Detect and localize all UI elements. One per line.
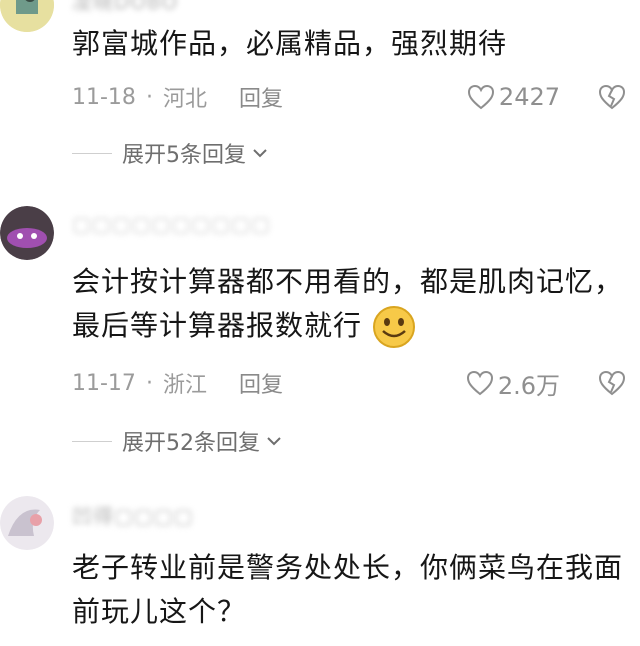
comment-location: 浙江	[162, 373, 207, 398]
username[interactable]: 凌晓DOBO	[72, 0, 178, 14]
expand-replies-label: 展开52条回复	[122, 431, 260, 456]
comment-text-content: 会计按计算器都不用看的，都是肌肉记忆，最后等计算器报数就行	[72, 265, 624, 342]
avatar[interactable]	[0, 0, 54, 32]
comment-date: 11-18	[72, 84, 136, 110]
heart-outline-icon	[467, 84, 494, 110]
broken-heart-icon	[598, 370, 626, 396]
reply-button[interactable]: 回复	[239, 81, 283, 113]
expand-replies-label: 展开5条回复	[122, 143, 246, 168]
comment-location: 河北	[162, 87, 207, 112]
chevron-down-icon	[267, 437, 281, 446]
like-button[interactable]: 2427	[467, 82, 560, 112]
like-count: 2427	[498, 83, 560, 111]
avatar-icon	[0, 0, 54, 32]
heart-outline-icon	[466, 370, 493, 396]
comment-text: 老子转业前是警务处处长，你俩菜鸟在我面前玩儿这个？	[72, 551, 624, 628]
comment-date: 11-17	[72, 370, 136, 396]
avatar[interactable]	[0, 206, 54, 260]
like-button[interactable]: 2.6万	[466, 368, 560, 400]
separator-dot: ·	[145, 84, 153, 110]
username[interactable]: 凹得▢▢▢▢	[72, 500, 194, 528]
expand-replies-button[interactable]: 展开52条回复	[72, 426, 282, 456]
separator-dot: ·	[145, 370, 153, 396]
smiley-emoji-icon	[372, 306, 415, 348]
divider-line	[72, 152, 112, 154]
reply-button[interactable]: 回复	[239, 367, 283, 399]
comment-meta: 11-18 · 河北 回复	[72, 81, 283, 113]
comment-text: 郭富城作品，必属精品，强烈期待	[72, 27, 508, 60]
divider-line	[72, 440, 112, 442]
like-count: 2.6万	[497, 371, 560, 400]
avatar-icon	[0, 496, 54, 550]
chevron-down-icon	[253, 149, 267, 158]
username[interactable]: ▢▢▢▢▢▢▢▢▢▢	[72, 212, 271, 238]
dislike-button[interactable]	[598, 82, 626, 112]
comment-meta: 11-17 · 浙江 回复	[72, 367, 283, 399]
avatar-icon	[0, 206, 54, 260]
expand-replies-button[interactable]: 展开5条回复	[72, 138, 268, 168]
broken-heart-icon	[598, 84, 626, 110]
comment-text: 会计按计算器都不用看的，都是肌肉记忆，最后等计算器报数就行	[72, 260, 632, 349]
dislike-button[interactable]	[598, 368, 626, 398]
avatar[interactable]	[0, 496, 54, 550]
